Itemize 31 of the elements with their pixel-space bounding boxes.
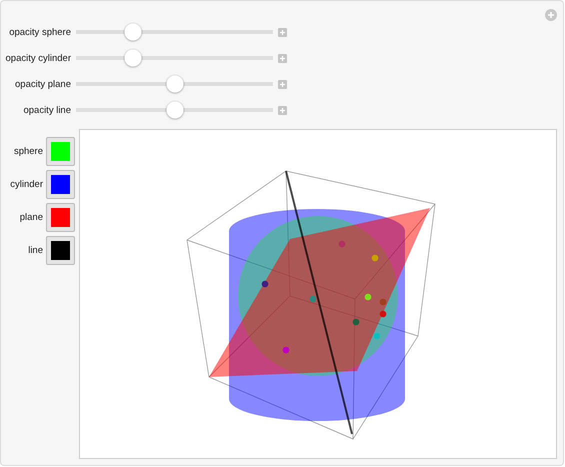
color-picker-button[interactable]: [46, 203, 75, 232]
plus-icon[interactable]: [278, 54, 287, 62]
color-label: line: [28, 245, 43, 256]
color-picker-button[interactable]: [46, 236, 75, 265]
add-icon[interactable]: [545, 9, 557, 21]
slider-thumb[interactable]: [124, 50, 142, 66]
data-point: [364, 294, 372, 300]
slider-thumb[interactable]: [166, 76, 183, 92]
plus-icon[interactable]: [278, 80, 287, 88]
slider-label: opacity line: [22, 104, 72, 116]
slider-thumb[interactable]: [166, 102, 183, 118]
color-label: plane: [20, 212, 43, 223]
data-point: [380, 298, 386, 306]
data-point: [380, 310, 386, 318]
data-point: [262, 280, 268, 288]
color-label: sphere: [14, 146, 43, 157]
data-point: [310, 296, 316, 302]
color-picker-button[interactable]: [46, 137, 75, 166]
color-label: cylinder: [10, 179, 43, 190]
data-point: [374, 332, 380, 340]
slider-thumb[interactable]: [124, 24, 142, 40]
data-point: [282, 346, 290, 354]
color-picker-button[interactable]: [46, 170, 75, 199]
plus-icon[interactable]: [278, 106, 287, 114]
slider-label: opacity sphere: [8, 26, 72, 38]
plus-icon[interactable]: [278, 28, 287, 36]
data-point: [352, 318, 360, 326]
slider-label: opacity cylinder: [4, 52, 72, 64]
slider-label: opacity plane: [14, 78, 72, 90]
data-point: [372, 254, 378, 262]
data-point: [338, 240, 346, 248]
